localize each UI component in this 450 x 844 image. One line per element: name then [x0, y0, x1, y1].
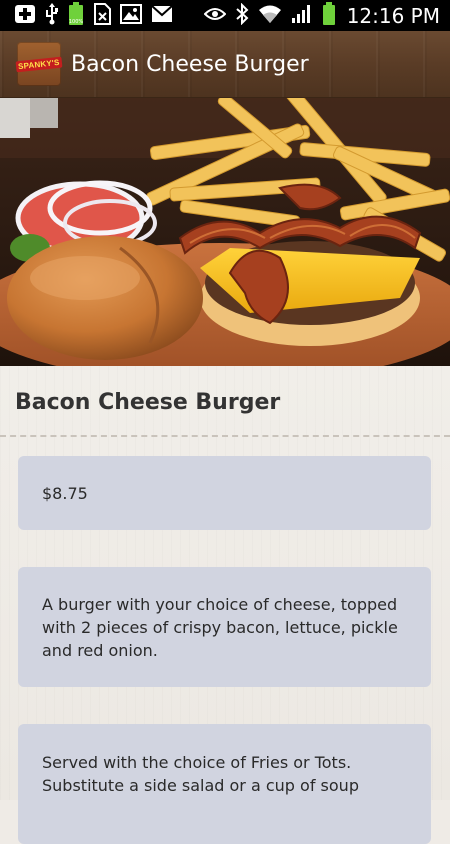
burger-photo	[0, 98, 450, 366]
item-title: Bacon Cheese Burger	[15, 390, 281, 415]
status-time: 12:16 PM	[346, 3, 440, 28]
sides-card: Served with the choice of Fries or Tots.…	[18, 724, 431, 844]
item-detail: Bacon Cheese Burger $8.75 A burger with …	[0, 366, 450, 844]
image-icon	[120, 3, 142, 28]
app-logo[interactable]: SPANKY'S	[15, 42, 63, 86]
item-price: $8.75	[42, 483, 88, 503]
signal-icon	[291, 4, 313, 28]
action-bar: SPANKY'S Bacon Cheese Burger	[0, 31, 450, 98]
no-sim-icon	[93, 2, 111, 29]
description-card: A burger with your choice of cheese, top…	[18, 567, 431, 687]
battery-icon	[322, 1, 336, 30]
item-description: A burger with your choice of cheese, top…	[42, 594, 398, 660]
status-bar: 100% 12:16 PM	[0, 0, 450, 31]
add-icon	[14, 4, 36, 28]
logo-text: SPANKY'S	[15, 56, 63, 72]
status-right-icons: 12:16 PM	[203, 1, 440, 30]
wifi-icon	[258, 4, 282, 28]
price-card: $8.75	[18, 456, 431, 530]
divider	[0, 435, 450, 437]
battery-full-icon: 100%	[68, 1, 84, 30]
usb-icon	[45, 2, 59, 29]
item-sides: Served with the choice of Fries or Tots.…	[42, 753, 359, 795]
bluetooth-icon	[235, 2, 249, 29]
status-left-icons: 100%	[14, 1, 173, 30]
svg-text:100%: 100%	[69, 19, 84, 25]
eye-icon	[203, 6, 227, 25]
action-bar-title: Bacon Cheese Burger	[71, 51, 309, 77]
mail-icon	[151, 4, 173, 27]
